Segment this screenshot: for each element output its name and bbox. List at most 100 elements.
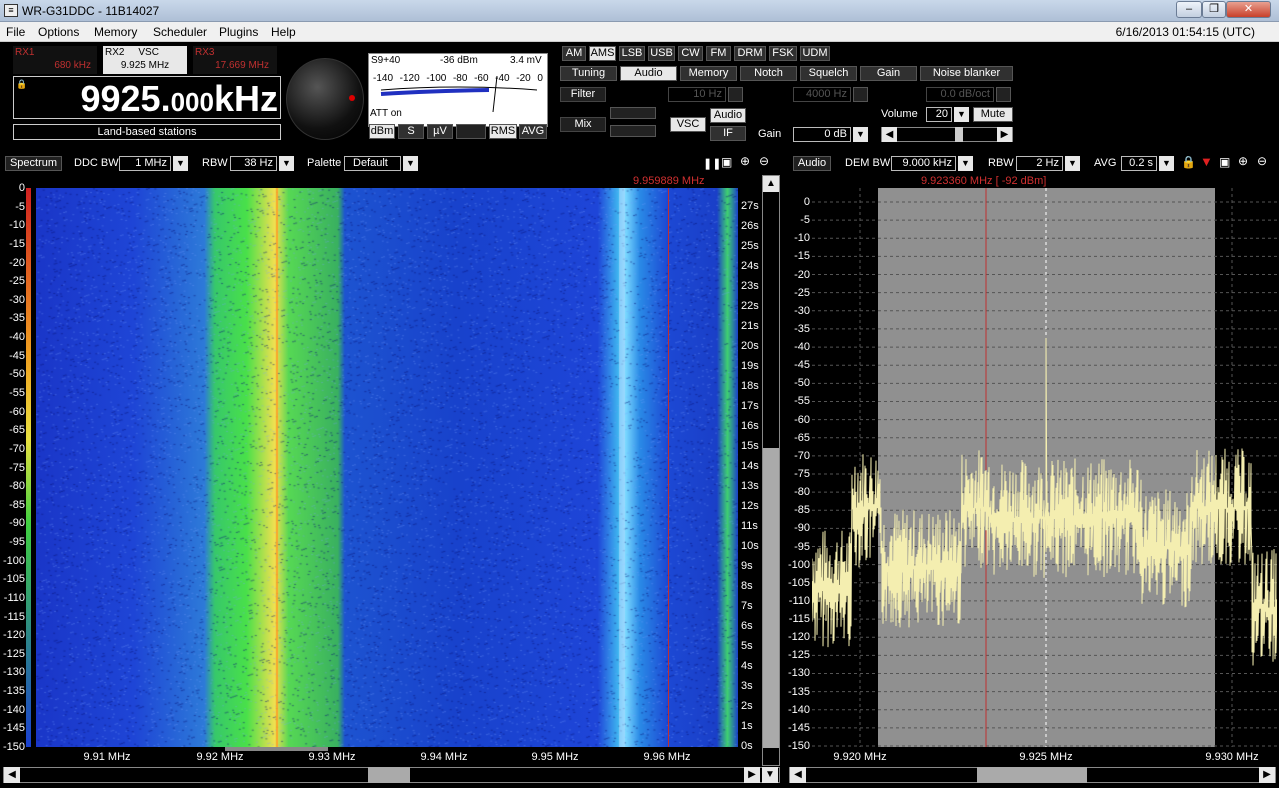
db-oct-spin-button[interactable] xyxy=(996,87,1011,102)
volume-left-arrow-icon[interactable]: ◀ xyxy=(882,127,897,142)
rbw-dropdown-icon[interactable]: ▼ xyxy=(279,156,294,171)
vsc-button[interactable]: VSC xyxy=(670,117,706,132)
y-tick-label: -45 xyxy=(9,349,25,362)
menu-memory[interactable]: Memory xyxy=(94,25,137,39)
menu-options[interactable]: Options xyxy=(38,25,79,39)
waterfall-vscroll[interactable]: ▲ xyxy=(762,175,780,766)
gain-field[interactable]: 0 dB xyxy=(793,127,851,142)
mode-drm[interactable]: DRM xyxy=(734,46,766,61)
dem-bw-dropdown-icon[interactable]: ▼ xyxy=(958,156,973,171)
tab-squelch[interactable]: Squelch xyxy=(800,66,857,81)
mode-ams[interactable]: AMS xyxy=(589,46,616,61)
tab-audio[interactable]: Audio xyxy=(620,66,677,81)
scroll-up-arrow-icon[interactable]: ▲ xyxy=(763,176,779,192)
spectrum-y-tick-label: -100 xyxy=(787,558,810,571)
zoom-in-icon[interactable]: ⊕ xyxy=(1238,154,1248,168)
volume-field[interactable]: 20 xyxy=(926,107,952,122)
save-icon[interactable]: ▣ xyxy=(721,155,732,169)
minimize-button[interactable]: – xyxy=(1176,1,1202,18)
hscroll-right-arrow-icon[interactable]: ▶ xyxy=(744,767,760,783)
volume-slider[interactable]: ◀ ▶ xyxy=(881,127,1013,142)
right-rbw-field[interactable]: 2 Hz xyxy=(1016,156,1063,171)
audio-spectrum-button[interactable]: Audio xyxy=(793,156,831,171)
gain-dropdown-icon[interactable]: ▼ xyxy=(853,127,868,142)
lock-icon[interactable]: 🔒 xyxy=(1181,155,1196,169)
spectrum-hscroll-left-arrow-icon[interactable]: ◀ xyxy=(790,767,806,783)
mode-fsk[interactable]: FSK xyxy=(769,46,797,61)
maximize-button[interactable]: ❐ xyxy=(1202,1,1226,18)
avg-button[interactable]: AVG xyxy=(519,124,547,139)
dem-bw-field[interactable]: 9.000 kHz xyxy=(891,156,956,171)
hscroll-down-arrow-icon[interactable]: ▼ xyxy=(762,767,778,783)
unit-s-button[interactable]: S xyxy=(398,124,424,139)
volume-slider-thumb[interactable] xyxy=(955,127,963,142)
hscroll-thumb[interactable] xyxy=(368,767,410,783)
time-tick-label: 5s xyxy=(741,640,753,652)
spectrum-hscroll-right-arrow-icon[interactable]: ▶ xyxy=(1259,767,1275,783)
time-tick-label: 4s xyxy=(741,660,753,672)
menu-help[interactable]: Help xyxy=(271,25,296,39)
spectrum-hscroll-thumb[interactable] xyxy=(977,767,1087,783)
filter-spin-button[interactable] xyxy=(728,87,743,102)
tab-gain[interactable]: Gain xyxy=(860,66,917,81)
squelch-spin-button[interactable] xyxy=(853,87,868,102)
receiver-rx3[interactable]: RX3 17.669 MHz xyxy=(193,46,277,74)
tab-tuning[interactable]: Tuning xyxy=(560,66,617,81)
mode-am[interactable]: AM xyxy=(562,46,586,61)
tab-noise-blanker[interactable]: Noise blanker xyxy=(920,66,1013,81)
marker-icon[interactable]: ▼ xyxy=(1200,154,1213,169)
avg-dropdown-icon[interactable]: ▼ xyxy=(1159,156,1174,171)
receiver-rx2[interactable]: RX2 VSC 9.925 MHz xyxy=(103,46,187,74)
y-tick-label: -15 xyxy=(9,237,25,250)
menu-plugins[interactable]: Plugins xyxy=(219,25,258,39)
palette-dropdown-icon[interactable]: ▼ xyxy=(403,156,418,171)
volume-dropdown-icon[interactable]: ▼ xyxy=(954,107,969,122)
rbw-field[interactable]: 38 Hz xyxy=(230,156,277,171)
right-rbw-dropdown-icon[interactable]: ▼ xyxy=(1065,156,1080,171)
squelch-value-field[interactable]: 4000 Hz xyxy=(793,87,851,102)
menu-scheduler[interactable]: Scheduler xyxy=(153,25,207,39)
avg-field[interactable]: 0.2 s xyxy=(1121,156,1157,171)
filter-value-field[interactable]: 10 Hz xyxy=(668,87,726,102)
zoom-in-icon[interactable]: ⊕ xyxy=(740,154,750,168)
unit-extra-button[interactable] xyxy=(456,124,486,139)
audio-button[interactable]: Audio xyxy=(710,108,746,123)
audio-spectrum-plot[interactable] xyxy=(812,188,1277,747)
close-button[interactable]: ✕ xyxy=(1226,1,1271,18)
unit-uv-button[interactable]: µV xyxy=(427,124,453,139)
spectrum-button[interactable]: Spectrum xyxy=(5,156,62,171)
save-icon[interactable]: ▣ xyxy=(1219,155,1230,169)
tab-notch[interactable]: Notch xyxy=(740,66,797,81)
mix-option-button[interactable] xyxy=(610,125,656,137)
spectrum-hscroll[interactable]: ◀ ▶ xyxy=(789,767,1276,783)
filter-button[interactable]: Filter xyxy=(560,87,606,102)
tab-memory[interactable]: Memory xyxy=(680,66,737,81)
lock-icon[interactable]: 🔒 xyxy=(16,79,27,90)
rms-button[interactable]: RMS xyxy=(489,124,517,139)
receiver-rx1[interactable]: RX1 680 kHz xyxy=(13,46,97,74)
volume-right-arrow-icon[interactable]: ▶ xyxy=(997,127,1012,142)
filter-option-button[interactable] xyxy=(610,107,656,119)
hscroll-left-arrow-icon[interactable]: ◀ xyxy=(4,767,20,783)
mute-button[interactable]: Mute xyxy=(973,107,1013,122)
if-button[interactable]: IF xyxy=(710,126,746,141)
zoom-out-icon[interactable]: ⊖ xyxy=(759,154,769,168)
mode-udm[interactable]: UDM xyxy=(800,46,830,61)
mode-fm[interactable]: FM xyxy=(706,46,731,61)
ddc-bw-field[interactable]: 1 MHz xyxy=(119,156,171,171)
waterfall-hscroll[interactable]: ◀ ▶ ▼ xyxy=(3,767,780,783)
mode-cw[interactable]: CW xyxy=(678,46,703,61)
menu-file[interactable]: File xyxy=(6,25,25,39)
ddc-bw-dropdown-icon[interactable]: ▼ xyxy=(173,156,188,171)
palette-field[interactable]: Default xyxy=(344,156,401,171)
db-oct-field[interactable]: 0.0 dB/oct xyxy=(926,87,994,102)
pause-icon[interactable]: ❚❚ xyxy=(703,157,721,170)
time-tick-label: 11s xyxy=(741,520,758,532)
mode-lsb[interactable]: LSB xyxy=(619,46,645,61)
mode-usb[interactable]: USB xyxy=(648,46,675,61)
vscroll-thumb[interactable] xyxy=(763,448,779,748)
scale-tick: -60 xyxy=(474,73,489,84)
mix-button[interactable]: Mix xyxy=(560,117,606,132)
unit-dbm-button[interactable]: dBm xyxy=(369,124,395,139)
zoom-out-icon[interactable]: ⊖ xyxy=(1257,154,1267,168)
